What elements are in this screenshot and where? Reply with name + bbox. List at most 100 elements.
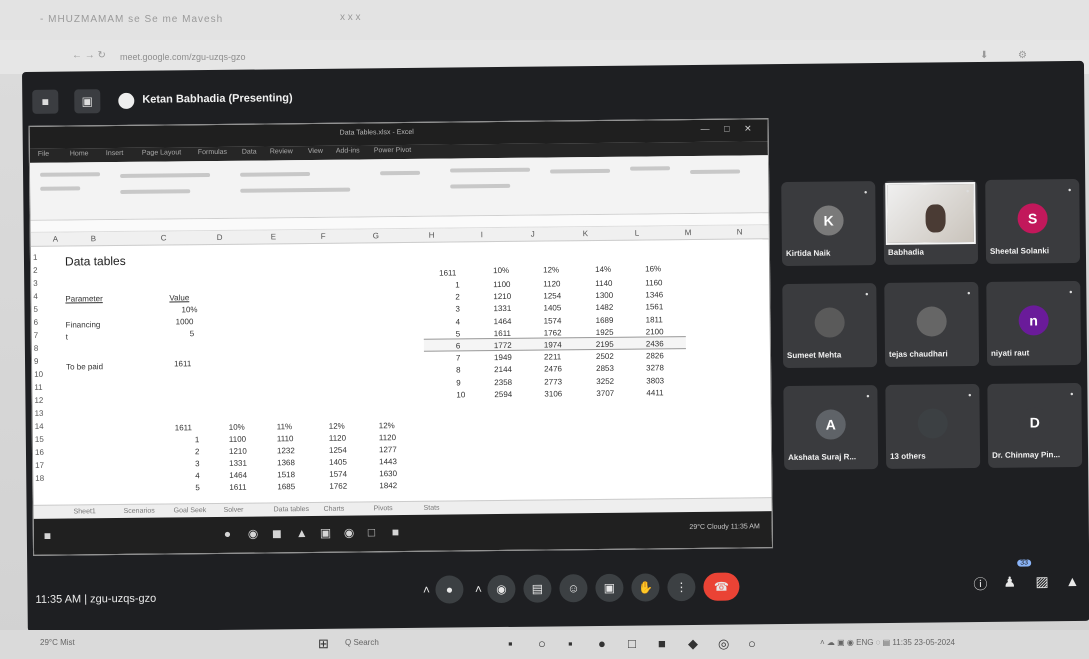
tobepaid-value[interactable]: 1611 (174, 359, 191, 368)
sheet-tab[interactable]: Pivots (374, 505, 393, 512)
download-icon[interactable]: ⬇ (980, 50, 988, 61)
col-C[interactable]: C (161, 233, 167, 242)
period-cell[interactable]: 6 (456, 341, 461, 350)
row-number[interactable]: 13 (35, 409, 51, 418)
menu-view[interactable]: View (308, 148, 323, 155)
table-cell[interactable]: 1574 (329, 470, 347, 479)
table-cell[interactable]: 1949 (494, 353, 512, 362)
n-value[interactable]: 5 (190, 329, 195, 338)
table-cell[interactable]: 2853 (596, 364, 614, 373)
period-cell[interactable]: 2 (195, 447, 200, 456)
start-icon[interactable]: ⊞ (318, 636, 329, 652)
layout-icon[interactable]: ▣ (74, 89, 101, 114)
table-cell[interactable]: 1100 (229, 435, 246, 444)
table-cell[interactable]: 2211 (544, 353, 561, 362)
mic-options-icon[interactable]: ˄ (415, 576, 437, 604)
camera-icon[interactable]: ◉ (487, 574, 516, 604)
row-number[interactable]: 12 (34, 396, 50, 405)
table-cell[interactable]: 1254 (329, 446, 347, 455)
row-number[interactable]: 7 (34, 331, 50, 340)
rate-header-cell[interactable]: 12% (543, 265, 559, 274)
menu-home[interactable]: Home (70, 150, 89, 157)
rate-header-cell[interactable]: 12% (379, 421, 395, 430)
period-cell[interactable]: 10 (456, 390, 465, 399)
url-field[interactable]: meet.google.com/zgu-uzqs-gzo (120, 52, 246, 62)
menu-addins[interactable]: Add-ins (336, 147, 360, 154)
row-number[interactable]: 6 (34, 318, 50, 327)
col-B[interactable]: B (91, 234, 96, 243)
rate-header-cell[interactable]: 12% (329, 422, 345, 431)
table-cell[interactable]: 1110 (277, 434, 294, 443)
sheet-tab[interactable]: Data tables (274, 506, 309, 513)
col-K[interactable]: K (583, 229, 588, 238)
table-cell[interactable]: 1405 (329, 458, 347, 467)
row-number[interactable]: 17 (35, 461, 51, 470)
participant-tile[interactable]: • 13 others (885, 383, 981, 469)
table-cell[interactable]: 1561 (645, 303, 663, 312)
table-cell[interactable]: 1464 (494, 316, 512, 325)
rate-value[interactable]: 10% (181, 305, 197, 314)
menu-insert[interactable]: Insert (106, 150, 124, 157)
period-cell[interactable]: 1 (195, 435, 200, 444)
col-I[interactable]: I (481, 230, 483, 239)
rate-header-cell[interactable]: 10% (493, 266, 509, 275)
table-cell[interactable]: 1140 (595, 279, 612, 288)
table-cell[interactable]: 3252 (596, 376, 614, 385)
participant-tile[interactable]: • Sumeet Mehta (782, 283, 878, 369)
table-cell[interactable]: 2436 (646, 339, 664, 348)
settings-icon[interactable]: ⚙ (1018, 50, 1027, 61)
taskbar-app-icon[interactable]: ■ (658, 636, 666, 651)
table-corner-cell[interactable]: 1611 (439, 268, 456, 277)
system-tray[interactable]: ˄ ☁ ▣ ◉ ENG ◌ ▤ 11:35 23-05-2024 (820, 638, 955, 647)
table-cell[interactable]: 1611 (494, 329, 511, 338)
participant-tile[interactable]: S • Sheetal Solanki (985, 178, 1081, 264)
table-cell[interactable]: 2594 (494, 390, 512, 399)
period-cell[interactable]: 3 (455, 305, 460, 314)
sheet-tab[interactable]: Goal Seek (174, 507, 207, 514)
table-cell[interactable]: 1762 (544, 328, 562, 337)
table-corner-cell[interactable]: 1611 (175, 423, 192, 432)
col-L[interactable]: L (635, 229, 640, 238)
sheet-tab[interactable]: Sheet1 (74, 508, 96, 515)
row-number[interactable]: 5 (33, 305, 49, 314)
table-cell[interactable]: 2502 (596, 352, 614, 361)
table-cell[interactable]: 3707 (596, 389, 614, 398)
participant-tile[interactable]: • Babhadia (883, 180, 979, 265)
participant-tile[interactable]: n • niyati raut (986, 280, 1082, 366)
pin-icon[interactable]: ■ (32, 89, 59, 114)
table-cell[interactable]: 3278 (646, 364, 664, 373)
row-number[interactable]: 11 (34, 383, 50, 392)
table-cell[interactable]: 1160 (645, 278, 662, 287)
table-cell[interactable]: 1762 (329, 482, 347, 491)
participant-tile[interactable]: A • Akshata Suraj R... (783, 385, 879, 471)
chat-icon[interactable]: ▨ (1035, 573, 1048, 590)
period-cell[interactable]: 7 (456, 354, 461, 363)
chrome-icon[interactable]: ● (598, 636, 606, 651)
col-M[interactable]: M (685, 228, 692, 237)
col-J[interactable]: J (531, 230, 535, 239)
rate-header-cell[interactable]: 16% (645, 264, 661, 273)
row-number[interactable]: 9 (34, 357, 50, 366)
table-cell[interactable]: 2773 (544, 377, 562, 386)
people-icon[interactable]: ♟ (1003, 574, 1016, 591)
weather-widget[interactable]: 29°C Mist (40, 638, 75, 647)
table-cell[interactable]: 2195 (596, 340, 614, 349)
row-number[interactable]: 15 (35, 435, 51, 444)
col-E[interactable]: E (271, 232, 276, 241)
col-N[interactable]: N (737, 227, 743, 236)
row-number[interactable]: 2 (33, 266, 49, 275)
sheet-tab[interactable]: Scenarios (124, 508, 155, 515)
taskbar-app-icon[interactable]: ○ (538, 636, 546, 651)
mic-icon[interactable]: ● (435, 575, 464, 604)
table-cell[interactable]: 1482 (595, 303, 613, 312)
col-G[interactable]: G (373, 231, 379, 240)
table-cell[interactable]: 1254 (543, 292, 561, 301)
table-cell[interactable]: 1210 (493, 292, 511, 301)
table-cell[interactable]: 2476 (544, 365, 562, 374)
table-cell[interactable]: 1685 (277, 482, 295, 491)
table-cell[interactable]: 1464 (229, 471, 247, 480)
table-cell[interactable]: 1277 (379, 445, 397, 454)
row-number[interactable]: 18 (35, 474, 51, 483)
emoji-icon[interactable]: ☺ (559, 574, 588, 603)
hangup-button[interactable]: ☎ (703, 572, 740, 601)
